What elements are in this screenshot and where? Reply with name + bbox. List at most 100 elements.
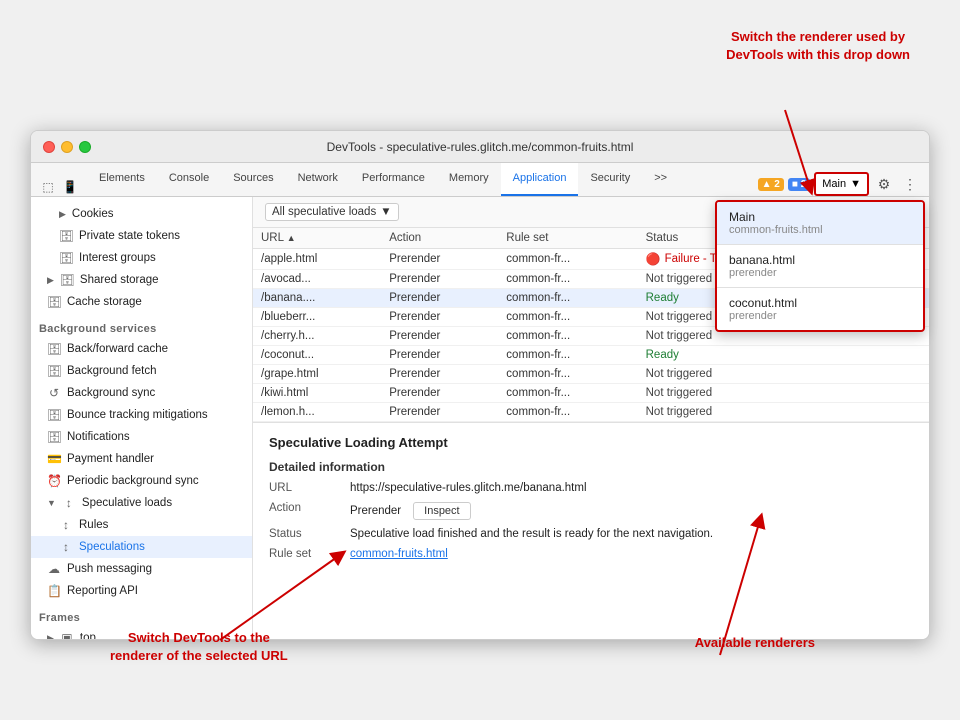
cell-action: Prerender: [381, 270, 498, 289]
sidebar-item-top[interactable]: ▶ ▣ top: [31, 627, 252, 639]
cell-action: Prerender: [381, 365, 498, 384]
maximize-button[interactable]: [79, 141, 91, 153]
tab-sources[interactable]: Sources: [221, 162, 285, 196]
minimize-button[interactable]: [61, 141, 73, 153]
warning-badge: ▲ 2: [758, 178, 784, 191]
renderer-title: banana.html: [729, 253, 911, 267]
db-icon: 🗄: [47, 295, 61, 309]
sidebar-item-rules[interactable]: ↕ Rules: [31, 514, 252, 536]
filter-label: All speculative loads: [272, 206, 376, 218]
table-row[interactable]: /lemon.h... Prerender common-fr... Not t…: [253, 403, 929, 422]
filter-dropdown[interactable]: All speculative loads ▼: [265, 203, 399, 221]
expand-icon: ▶: [47, 275, 54, 286]
sidebar-item-label: Bounce tracking mitigations: [67, 409, 208, 421]
frames-header: Frames: [31, 606, 252, 627]
col-url[interactable]: URL ▲: [253, 228, 381, 249]
sidebar-item-label: Cache storage: [67, 296, 142, 308]
sidebar-storage-section: ▶ Cookies 🗄 Private state tokens 🗄 Inter…: [31, 201, 252, 315]
sidebar-item-label: Cookies: [72, 208, 114, 220]
inspect-icon[interactable]: ⬚: [39, 178, 57, 196]
expand-icon: ▶: [59, 209, 66, 220]
cell-url: /grape.html: [253, 365, 381, 384]
renderer-title: Main: [729, 210, 911, 224]
more-options-button[interactable]: ⋮: [899, 173, 921, 195]
detail-section-title: Detailed information: [269, 460, 913, 474]
cell-status: Not triggered: [638, 403, 929, 422]
sidebar-item-bg-sync[interactable]: ↺ Background sync: [31, 382, 252, 404]
db-icon: 🗄: [47, 364, 61, 378]
spec-icon: ↕: [62, 496, 76, 510]
expand-icon: ▼: [47, 498, 56, 508]
sidebar-item-reporting[interactable]: 📋 Reporting API: [31, 580, 252, 602]
device-icon[interactable]: 📱: [61, 178, 79, 196]
col-ruleset[interactable]: Rule set: [498, 228, 637, 249]
cell-status: Not triggered: [638, 384, 929, 403]
renderer-option-coconut[interactable]: coconut.html prerender: [717, 288, 923, 330]
sidebar-item-label: Background sync: [67, 387, 155, 399]
sidebar-item-private-state[interactable]: 🗄 Private state tokens: [31, 225, 252, 247]
db-icon: 🗄: [59, 229, 73, 243]
tab-network[interactable]: Network: [286, 162, 350, 196]
db-icon: 🗄: [59, 251, 73, 265]
table-row[interactable]: /grape.html Prerender common-fr... Not t…: [253, 365, 929, 384]
renderer-option-banana[interactable]: banana.html prerender: [717, 245, 923, 287]
renderer-title: coconut.html: [729, 296, 911, 310]
sidebar-item-label: Rules: [79, 519, 108, 531]
table-row[interactable]: /kiwi.html Prerender common-fr... Not tr…: [253, 384, 929, 403]
sidebar-item-label: Push messaging: [67, 563, 152, 575]
tab-memory[interactable]: Memory: [437, 162, 501, 196]
sidebar-item-cookies[interactable]: ▶ Cookies: [31, 203, 252, 225]
tab-more[interactable]: >>: [642, 162, 679, 196]
tab-elements[interactable]: Elements: [87, 162, 157, 196]
sidebar-item-bounce[interactable]: 🗄 Bounce tracking mitigations: [31, 404, 252, 426]
url-value: https://speculative-rules.glitch.me/bana…: [350, 482, 587, 494]
status-label: Status: [269, 528, 334, 540]
sidebar-item-payment[interactable]: 💳 Payment handler: [31, 448, 252, 470]
tab-security[interactable]: Security: [578, 162, 642, 196]
db-icon: 🗄: [47, 342, 61, 356]
ruleset-value[interactable]: common-fruits.html: [350, 548, 448, 560]
tab-console[interactable]: Console: [157, 162, 221, 196]
tab-bar-icons: ⬚ 📱: [39, 178, 79, 196]
renderer-subtitle: prerender: [729, 310, 911, 322]
sidebar-item-spec-loads[interactable]: ▼ ↕ Speculative loads: [31, 492, 252, 514]
cell-action: Prerender: [381, 249, 498, 270]
tab-bar-right: ▲ 2 ■ 2 Main ▼ ⚙ ⋮: [758, 172, 921, 196]
settings-button[interactable]: ⚙: [873, 173, 895, 195]
table-row[interactable]: /coconut... Prerender common-fr... Ready: [253, 346, 929, 365]
info-badge: ■ 2: [788, 178, 810, 191]
cell-ruleset: common-fr...: [498, 384, 637, 403]
sidebar-item-cache[interactable]: 🗄 Cache storage: [31, 291, 252, 313]
tab-application[interactable]: Application: [501, 162, 579, 196]
sidebar-item-periodic-sync[interactable]: ⏰ Periodic background sync: [31, 470, 252, 492]
tab-performance[interactable]: Performance: [350, 162, 437, 196]
sidebar-item-bg-fetch[interactable]: 🗄 Background fetch: [31, 360, 252, 382]
col-action[interactable]: Action: [381, 228, 498, 249]
sidebar-item-label: top: [80, 632, 96, 639]
sidebar-item-back-forward[interactable]: 🗄 Back/forward cache: [31, 338, 252, 360]
db-icon: 🗄: [47, 408, 61, 422]
sidebar-item-speculations[interactable]: ↕ Speculations: [31, 536, 252, 558]
sidebar-item-interest[interactable]: 🗄 Interest groups: [31, 247, 252, 269]
sidebar-item-shared-storage[interactable]: ▶ 🗄 Shared storage: [31, 269, 252, 291]
cell-ruleset: common-fr...: [498, 308, 637, 327]
status-value: Speculative load finished and the result…: [350, 528, 713, 540]
window-title: DevTools - speculative-rules.glitch.me/c…: [327, 140, 634, 154]
traffic-lights: [43, 141, 91, 153]
detail-url-row: URL https://speculative-rules.glitch.me/…: [269, 482, 913, 494]
sidebar-item-label: Interest groups: [79, 252, 156, 264]
sidebar-item-push[interactable]: ☁ Push messaging: [31, 558, 252, 580]
cell-ruleset: common-fr...: [498, 289, 637, 308]
tab-bar: ⬚ 📱 Elements Console Sources Network Per…: [31, 163, 929, 197]
db-icon: 🗄: [60, 273, 74, 287]
sidebar: ▶ Cookies 🗄 Private state tokens 🗄 Inter…: [31, 197, 253, 639]
cell-status: Ready: [638, 346, 929, 365]
inspect-button[interactable]: Inspect: [413, 502, 470, 520]
cell-ruleset: common-fr...: [498, 346, 637, 365]
renderer-option-main[interactable]: Main common-fruits.html: [717, 202, 923, 244]
close-button[interactable]: [43, 141, 55, 153]
renderer-dropdown[interactable]: Main ▼: [814, 172, 869, 196]
sidebar-item-notifications[interactable]: 🗄 Notifications: [31, 426, 252, 448]
sidebar-bg-services-section: Background services 🗄 Back/forward cache…: [31, 315, 252, 604]
cell-url: /blueberr...: [253, 308, 381, 327]
